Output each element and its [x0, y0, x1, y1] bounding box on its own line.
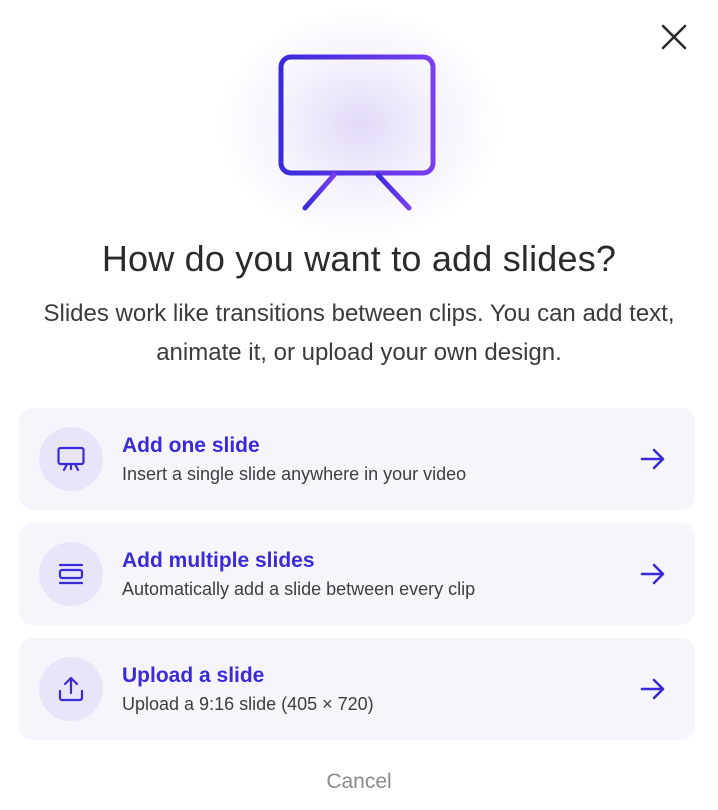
option-icon-circle	[39, 542, 103, 606]
option-icon-circle	[39, 657, 103, 721]
option-title: Upload a slide	[122, 664, 265, 687]
add-multiple-slides-option[interactable]: Add multiple slides Automatically add a …	[19, 523, 695, 625]
presentation-board-icon	[278, 54, 436, 211]
arrow-right-icon	[640, 448, 665, 470]
option-icon-circle	[39, 427, 103, 491]
presentation-icon	[57, 446, 85, 472]
dialog-title: How do you want to add slides?	[101, 238, 617, 279]
option-description: Upload a 9:16 slide (405 × 720)	[122, 694, 374, 714]
option-title: Add multiple slides	[122, 549, 315, 572]
cancel-button[interactable]: Cancel	[0, 770, 718, 794]
upload-icon	[58, 676, 84, 702]
add-one-slide-option[interactable]: Add one slide Insert a single slide anyw…	[19, 408, 695, 510]
close-icon	[661, 24, 687, 50]
option-title: Add one slide	[122, 434, 260, 457]
arrow-right-icon	[640, 678, 665, 700]
upload-slide-option[interactable]: Upload a slide Upload a 9:16 slide (405 …	[19, 638, 695, 740]
option-list: Add one slide Insert a single slide anyw…	[19, 408, 695, 753]
arrow-right-icon	[640, 563, 665, 585]
option-description: Insert a single slide anywhere in your v…	[122, 464, 467, 484]
close-button[interactable]	[655, 18, 693, 56]
option-description: Automatically add a slide between every …	[122, 579, 476, 599]
dialog-subtitle: Slides work like transitions between cli…	[43, 300, 675, 366]
add-slides-dialog: How do you want to add slides? Slides wo…	[0, 0, 718, 810]
stack-icon	[58, 563, 84, 585]
